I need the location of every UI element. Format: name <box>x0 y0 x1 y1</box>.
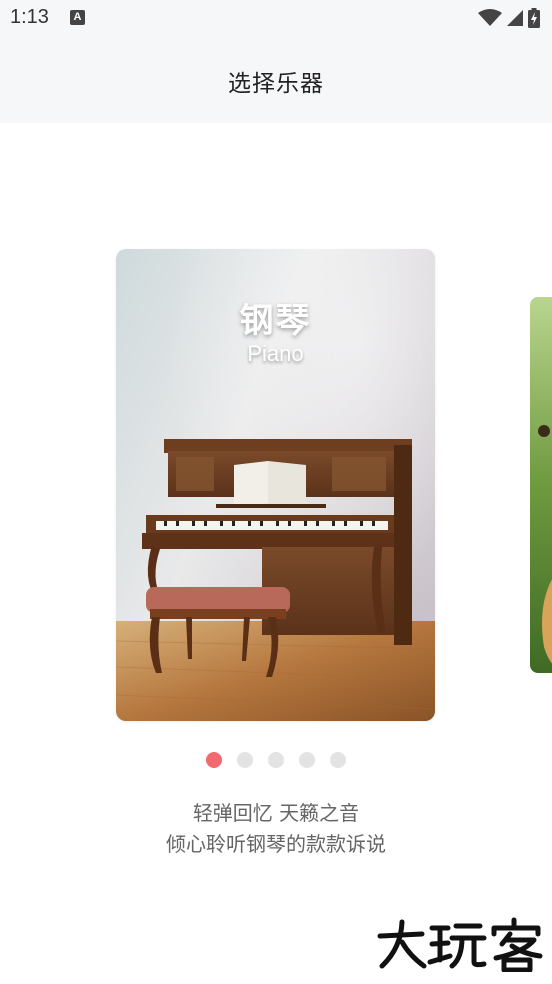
page-dot-3[interactable] <box>268 752 284 768</box>
card-title: 钢琴 <box>239 301 312 341</box>
status-icons <box>478 8 540 28</box>
page-dot-5[interactable] <box>330 752 346 768</box>
status-time: 1:13 <box>10 6 49 28</box>
instrument-card-piano[interactable]: 钢琴 Piano <box>116 249 435 721</box>
card-subtitle: Piano <box>247 341 304 366</box>
watermark-logo <box>377 917 543 972</box>
instrument-carousel[interactable]: 钢琴 Piano <box>0 123 552 723</box>
status-bar: 1:13 A <box>0 0 552 38</box>
instrument-card-next[interactable] <box>530 297 552 673</box>
page-dot-4[interactable] <box>299 752 315 768</box>
app-header: 选择乐器 <box>0 38 552 123</box>
page-dot-2[interactable] <box>237 752 253 768</box>
instrument-description: 轻弹回忆 天籁之音 倾心聆听钢琴的款款诉说 <box>0 798 552 860</box>
page-indicator <box>0 752 552 768</box>
description-line-1: 轻弹回忆 天籁之音 <box>192 801 360 825</box>
guitar-photo <box>530 297 552 673</box>
wifi-icon <box>478 9 502 26</box>
battery-charging-icon <box>528 8 540 28</box>
signal-icon <box>507 10 523 26</box>
description-line-2: 倾心聆听钢琴的款款诉说 <box>166 832 386 856</box>
page-dot-1[interactable] <box>206 752 222 768</box>
page-title: 选择乐器 <box>228 71 324 97</box>
notification-icon: A <box>70 10 85 25</box>
